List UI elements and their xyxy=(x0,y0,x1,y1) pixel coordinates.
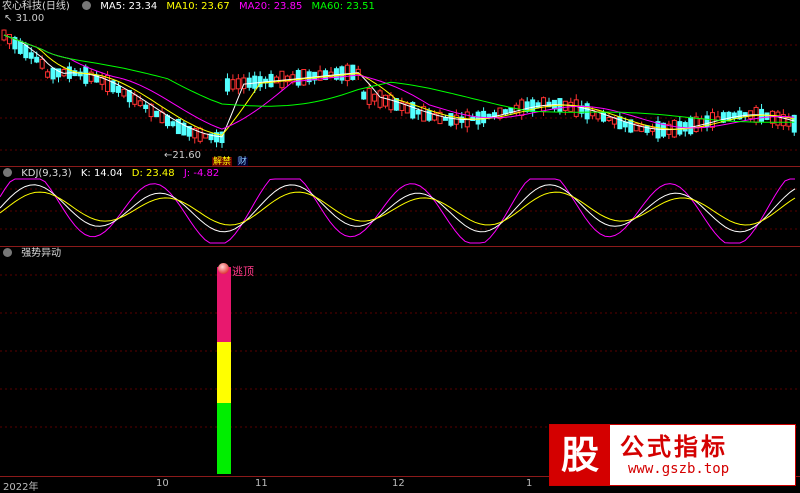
candle xyxy=(230,74,236,92)
candle xyxy=(383,94,388,109)
candle xyxy=(606,113,612,122)
candlestick-chart[interactable] xyxy=(0,0,800,166)
candle xyxy=(372,93,378,106)
candle xyxy=(235,74,241,95)
axis-label-oct: 10 xyxy=(156,478,169,489)
candle xyxy=(181,120,187,136)
candle xyxy=(475,110,481,130)
candle xyxy=(333,66,339,81)
candle xyxy=(464,108,470,133)
candle xyxy=(780,109,786,131)
candle xyxy=(579,100,585,118)
candle xyxy=(693,112,699,133)
candle xyxy=(361,90,367,100)
candle xyxy=(704,111,710,132)
candle xyxy=(769,110,775,128)
axis-label-dec: 12 xyxy=(392,478,405,489)
candle xyxy=(562,100,568,116)
candle xyxy=(170,120,176,128)
candle xyxy=(214,129,220,148)
candle xyxy=(775,109,781,130)
logo-badge: 股 xyxy=(550,425,610,485)
d-line xyxy=(0,191,796,226)
escape-top-label: 逃顶 xyxy=(232,265,254,278)
candle xyxy=(677,116,683,137)
candle xyxy=(66,62,72,83)
candle xyxy=(715,110,721,122)
candle xyxy=(421,103,427,122)
candle xyxy=(77,68,83,80)
axis-label-jan: 1 xyxy=(526,478,533,489)
ma20-line xyxy=(3,34,795,130)
candle xyxy=(126,89,132,108)
logo-title: 公式指标 xyxy=(620,433,728,461)
high-price-label: ↖ 31.00 xyxy=(4,13,45,24)
logo-url: www.gszb.top xyxy=(628,461,730,477)
candle xyxy=(644,125,650,136)
candle xyxy=(377,88,383,110)
candle xyxy=(671,119,677,139)
candle xyxy=(45,69,51,79)
candle xyxy=(268,70,274,88)
signal-bar[interactable] xyxy=(217,267,231,474)
candle xyxy=(88,69,94,84)
signal-bar-yellow xyxy=(217,342,231,403)
candle xyxy=(650,123,656,136)
low-price-label: ←21.60 xyxy=(164,150,202,161)
candle xyxy=(502,108,508,116)
kdj-chart[interactable] xyxy=(0,167,800,246)
signal-bar-green xyxy=(217,403,231,474)
axis-label-nov: 11 xyxy=(255,478,268,489)
watermark-logo: 股 公式指标 www.gszb.top xyxy=(549,424,796,486)
candle xyxy=(628,119,634,134)
candle xyxy=(159,107,165,124)
kdj-panel[interactable]: KDJ(9,3,3) K: 14.04 D: 23.48 J: -4.82 xyxy=(0,167,800,246)
candle xyxy=(246,72,252,91)
candle xyxy=(541,96,547,116)
candle xyxy=(791,114,797,136)
price-panel[interactable]: 农心科技(日线) MA5: 23.34 MA10: 23.67 MA20: 23… xyxy=(0,0,800,167)
candle xyxy=(688,115,694,136)
axis-label-year: 2022年 xyxy=(3,482,39,493)
candle xyxy=(224,73,230,96)
candle xyxy=(121,88,127,99)
signal-bar-red xyxy=(217,267,231,342)
candle xyxy=(448,113,454,128)
candle xyxy=(497,107,503,121)
candle xyxy=(764,112,770,121)
candle xyxy=(50,67,56,84)
k-line xyxy=(0,184,796,233)
candle xyxy=(154,110,160,118)
candle xyxy=(110,78,116,94)
escape-top-icon xyxy=(218,263,229,274)
candle xyxy=(99,72,105,91)
candle xyxy=(257,71,263,91)
candle xyxy=(759,103,765,125)
